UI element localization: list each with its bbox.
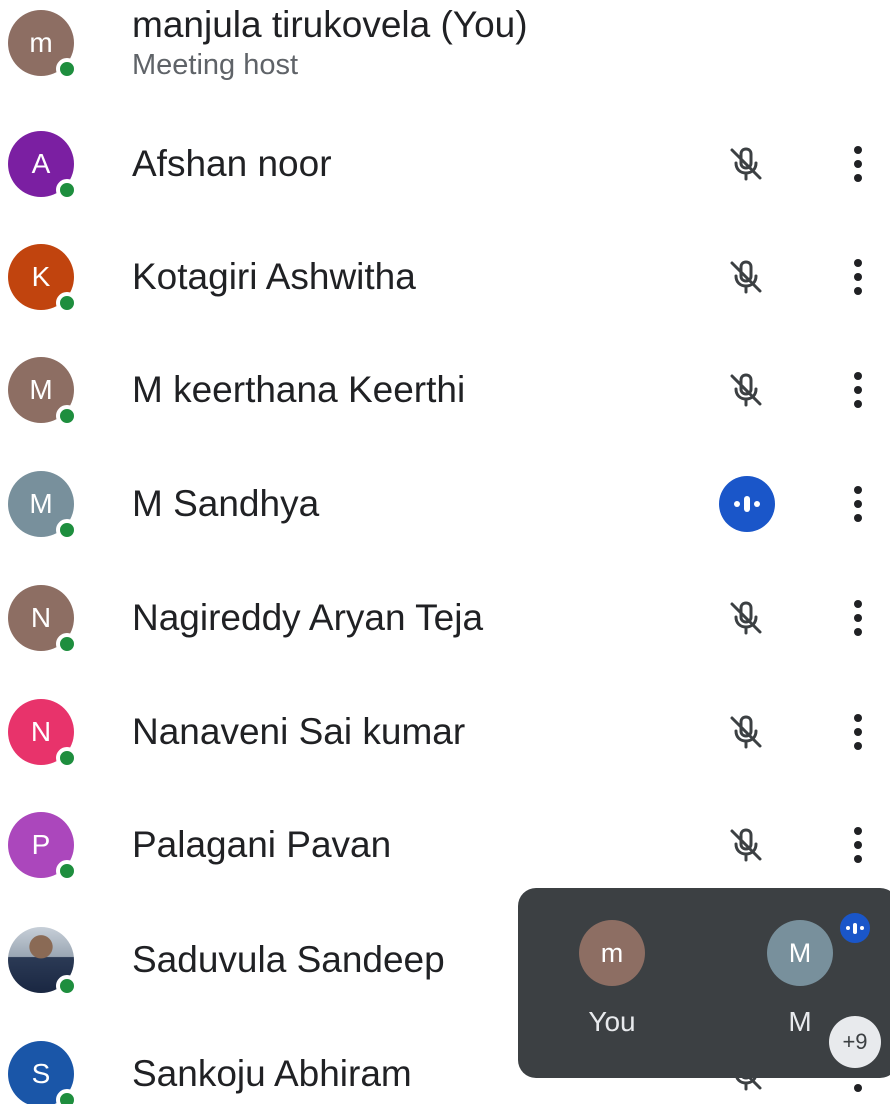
participant-info: Nagireddy Aryan Teja [132, 596, 483, 640]
more-vert-icon[interactable] [840, 474, 876, 534]
mic-off-icon[interactable] [720, 251, 772, 303]
participant-info: Palagani Pavan [132, 823, 391, 867]
participant-avatar: N [8, 699, 78, 769]
participant-row[interactable]: A Afshan noor [0, 107, 890, 221]
participant-avatar: M [8, 357, 78, 427]
participant-info: Nanaveni Sai kumar [132, 710, 465, 754]
participant-name: Kotagiri Ashwitha [132, 256, 416, 297]
online-status-dot [56, 633, 78, 655]
participant-avatar: M [8, 471, 78, 541]
participant-row[interactable]: N Nanaveni Sai kumar [0, 675, 890, 789]
online-status-dot [56, 179, 78, 201]
self-tile[interactable]: m You [552, 920, 672, 1038]
participant-info: Saduvula Sandeep [132, 938, 445, 982]
more-vert-icon[interactable] [840, 360, 876, 420]
participant-name: manjula tirukovela (You) [132, 4, 528, 45]
online-status-dot [56, 860, 78, 882]
participant-avatar: N [8, 585, 78, 655]
participant-name: Nanaveni Sai kumar [132, 711, 466, 752]
participant-name: M keerthana Keerthi [132, 369, 466, 410]
participant-avatar: P [8, 812, 78, 882]
online-status-dot [56, 292, 78, 314]
participant-info: M Sandhya [132, 482, 319, 526]
online-status-dot [56, 747, 78, 769]
participant-info: Afshan noor [132, 142, 332, 186]
participant-name: Sankoju Abhiram [132, 1053, 412, 1094]
participant-row-host[interactable]: m manjula tirukovela (You) Meeting host [0, 0, 890, 100]
participant-row[interactable]: M M Sandhya [0, 447, 890, 561]
participant-name: Saduvula Sandeep [132, 939, 445, 980]
tile-label: M [788, 1006, 812, 1037]
online-status-dot [56, 975, 78, 997]
participant-avatar: K [8, 244, 78, 314]
participant-row[interactable]: P Palagani Pavan [0, 788, 890, 902]
mic-off-icon[interactable] [720, 138, 772, 190]
more-vert-icon[interactable] [840, 247, 876, 307]
audio-level-icon [719, 476, 775, 532]
participant-avatar: S [8, 1041, 78, 1104]
participant-row[interactable]: M M keerthana Keerthi [0, 333, 890, 447]
participant-avatar: A [8, 131, 78, 201]
more-vert-icon[interactable] [840, 815, 876, 875]
avatar: M [767, 920, 833, 986]
more-vert-icon[interactable] [840, 134, 876, 194]
online-status-dot [56, 58, 78, 80]
mic-off-icon[interactable] [720, 819, 772, 871]
online-status-dot [56, 519, 78, 541]
participant-name: Afshan noor [132, 143, 332, 184]
participant-name: Nagireddy Aryan Teja [132, 597, 484, 638]
tile-label: You [588, 1006, 636, 1037]
participant-info: Sankoju Abhiram [132, 1052, 412, 1096]
participant-row[interactable]: N Nagireddy Aryan Teja [0, 561, 890, 675]
online-status-dot [56, 1089, 78, 1104]
participant-role: Meeting host [132, 49, 299, 81]
participant-info: manjula tirukovela (You) Meeting host [132, 3, 528, 83]
audio-level-icon [837, 910, 873, 946]
overflow-count-badge[interactable]: +9 [829, 1016, 881, 1068]
participant-name: M Sandhya [132, 483, 320, 524]
mic-off-icon[interactable] [720, 592, 772, 644]
mic-off-icon[interactable] [720, 364, 772, 416]
more-vert-icon[interactable] [840, 588, 876, 648]
participant-avatar: m [8, 10, 78, 80]
avatar: m [579, 920, 645, 986]
participant-row[interactable]: K Kotagiri Ashwitha [0, 220, 890, 334]
participant-avatar [8, 927, 78, 997]
participant-info: M keerthana Keerthi [132, 368, 465, 412]
participant-info: Kotagiri Ashwitha [132, 255, 416, 299]
mic-off-icon[interactable] [720, 706, 772, 758]
participant-name: Palagani Pavan [132, 824, 392, 865]
online-status-dot [56, 405, 78, 427]
more-vert-icon[interactable] [840, 702, 876, 762]
